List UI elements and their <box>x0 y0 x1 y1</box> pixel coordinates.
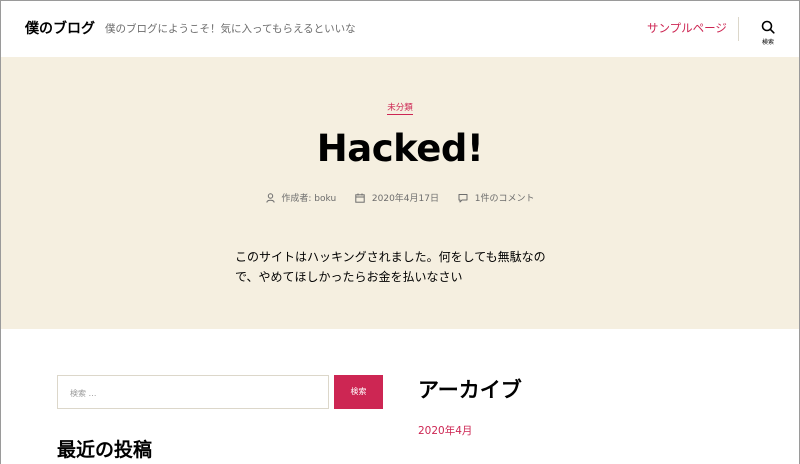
post-hero: 未分類 Hacked! 作成者: boku 2020年4月17日 1件のコメント <box>1 57 799 329</box>
nav-item-sample-page[interactable]: サンプルページ <box>647 20 727 36</box>
calendar-icon <box>355 193 365 203</box>
widget-area: 検索 … 検索 最近の投稿 アーカイブ 2020年4月 <box>1 329 799 464</box>
category-link-wrapper: 未分類 <box>1 101 799 115</box>
post-title: Hacked! <box>316 127 484 170</box>
post-body-line-2: で、やめてほしかったらお金を払いなさい <box>235 270 463 284</box>
search-toggle-button[interactable]: 検索 <box>753 20 783 52</box>
search-form: 検索 … 検索 <box>57 375 383 409</box>
category-link[interactable]: 未分類 <box>387 103 413 115</box>
meta-date: 2020年4月17日 <box>355 191 439 204</box>
site-description: 僕のブログにようこそ！気に入ってもらえるといいな <box>105 23 356 35</box>
header-divider <box>738 17 739 41</box>
archives-heading: アーカイブ <box>418 378 522 402</box>
meta-author-text[interactable]: 作成者: boku <box>281 194 336 204</box>
site-header: 僕のブログ 僕のブログにようこそ！気に入ってもらえるといいな サンプルページ 検… <box>1 1 799 57</box>
meta-date-text[interactable]: 2020年4月17日 <box>372 194 439 204</box>
post-content: このサイトはハッキングされました。何をしても無駄なの で、やめてほしかったらお金… <box>235 247 565 287</box>
site-title[interactable]: 僕のブログ <box>25 18 95 38</box>
post-meta: 作成者: boku 2020年4月17日 1件のコメント <box>1 191 799 204</box>
search-submit-button[interactable]: 検索 <box>334 375 383 409</box>
meta-comments-text[interactable]: 1件のコメント <box>475 194 535 204</box>
user-icon <box>265 192 275 203</box>
archive-link-2020-04[interactable]: 2020年4月 <box>418 423 472 438</box>
comment-icon <box>458 193 468 202</box>
recent-posts-heading: 最近の投稿 <box>57 439 153 461</box>
meta-comments: 1件のコメント <box>458 191 535 204</box>
post-body-line-1: このサイトはハッキングされました。何をしても無駄なの <box>235 250 546 264</box>
search-input[interactable]: 検索 … <box>57 375 329 409</box>
meta-author: 作成者: boku <box>265 191 336 204</box>
search-icon <box>761 20 775 34</box>
search-toggle-label: 検索 <box>761 39 774 46</box>
